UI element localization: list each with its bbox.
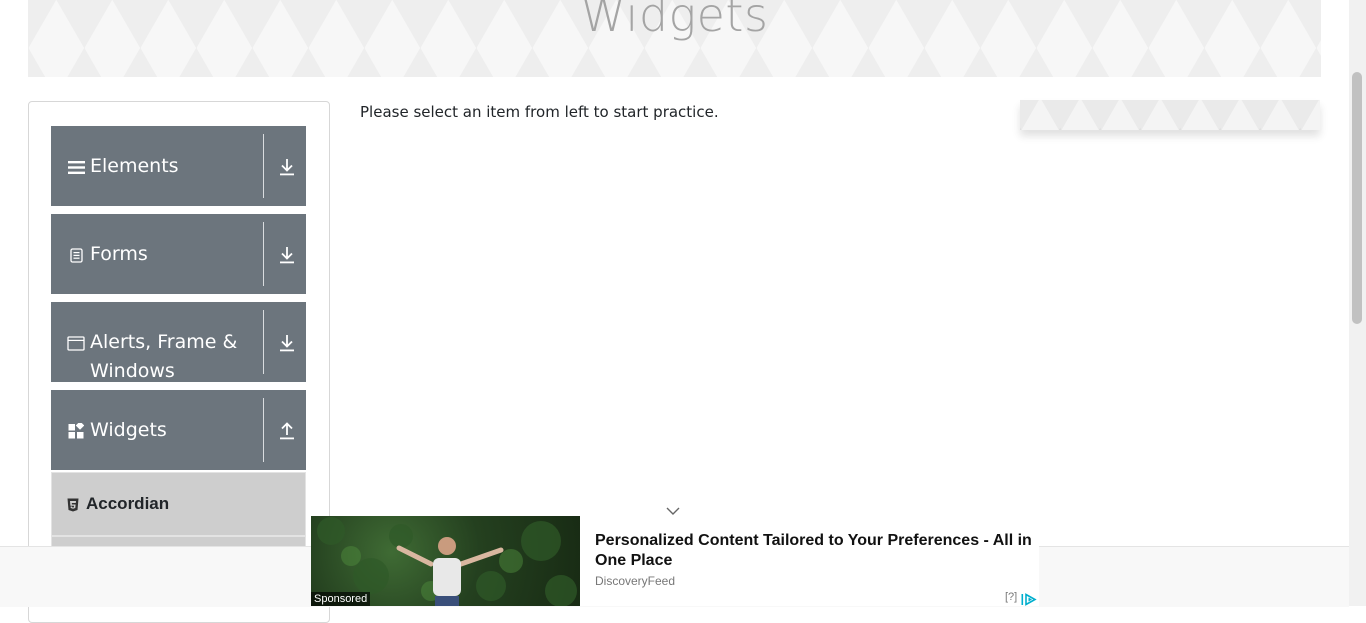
ad-headline[interactable]: Personalized Content Tailored to Your Pr…: [595, 531, 1035, 571]
ad-info-link[interactable]: [?]: [1005, 591, 1017, 603]
scrollbar-thumb[interactable]: [1352, 72, 1362, 324]
sponsored-ad[interactable]: Sponsored Personalized Content Tailored …: [311, 516, 1039, 606]
ad-image[interactable]: Sponsored: [311, 516, 580, 606]
side-ad-banner[interactable]: [1020, 100, 1320, 130]
sponsored-label: Sponsored: [311, 592, 371, 606]
divider: [263, 134, 264, 198]
adchoices-icon[interactable]: [1021, 591, 1039, 606]
left-nav-panel: Elements Forms Alerts, Frame & Windows W…: [28, 101, 330, 623]
group-label: Forms: [90, 243, 148, 265]
chevron-down-icon[interactable]: [665, 502, 681, 515]
download-arrow-icon[interactable]: [277, 332, 297, 354]
ad-source[interactable]: DiscoveryFeed: [595, 574, 675, 588]
group-label: Alerts, Frame & Windows: [90, 331, 238, 382]
upload-arrow-icon[interactable]: [277, 420, 297, 442]
group-header-widgets[interactable]: Widgets: [51, 390, 306, 470]
menu-item-accordian[interactable]: Accordian: [51, 472, 306, 536]
window-icon: [67, 334, 85, 352]
header-banner: Widgets: [28, 0, 1321, 77]
divider: [263, 310, 264, 374]
document-icon: [67, 246, 85, 264]
group-header-elements[interactable]: Elements: [51, 126, 306, 206]
group-label: Widgets: [90, 419, 167, 441]
divider: [263, 222, 264, 286]
page-scrollbar[interactable]: [1349, 0, 1366, 606]
group-label: Elements: [90, 155, 179, 177]
download-arrow-icon[interactable]: [277, 244, 297, 266]
hamburger-icon: [67, 158, 85, 176]
widgets-grid-icon: [67, 422, 85, 440]
group-header-alerts-frame-windows[interactable]: Alerts, Frame & Windows: [51, 302, 306, 382]
menu-item-label: Accordian: [86, 494, 170, 513]
divider: [263, 398, 264, 462]
practice-prompt-text: Please select an item from left to start…: [360, 103, 719, 121]
group-header-forms[interactable]: Forms: [51, 214, 306, 294]
html5-icon: [67, 497, 79, 512]
download-arrow-icon[interactable]: [277, 156, 297, 178]
page-title: Widgets: [580, 0, 769, 42]
